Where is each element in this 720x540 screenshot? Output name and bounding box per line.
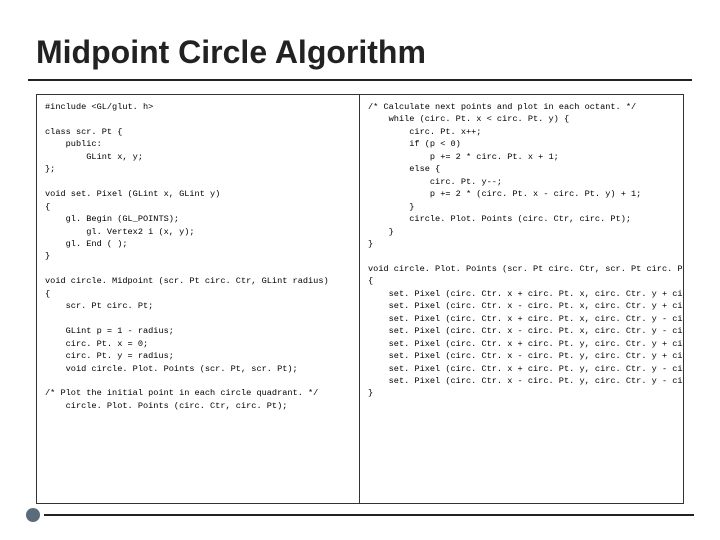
footer-bullet-icon (26, 508, 40, 522)
page-title: Midpoint Circle Algorithm (36, 34, 692, 71)
title-rule (28, 79, 692, 81)
code-left: #include <GL/glut. h> class scr. Pt { pu… (45, 101, 353, 412)
footer-rule (44, 514, 694, 516)
code-right: /* Calculate next points and plot in eac… (368, 101, 677, 400)
code-columns: #include <GL/glut. h> class scr. Pt { pu… (37, 95, 683, 503)
code-frame: #include <GL/glut. h> class scr. Pt { pu… (36, 94, 684, 504)
code-column-right: /* Calculate next points and plot in eac… (360, 95, 683, 503)
slide: Midpoint Circle Algorithm #include <GL/g… (0, 0, 720, 540)
code-column-left: #include <GL/glut. h> class scr. Pt { pu… (37, 95, 360, 503)
